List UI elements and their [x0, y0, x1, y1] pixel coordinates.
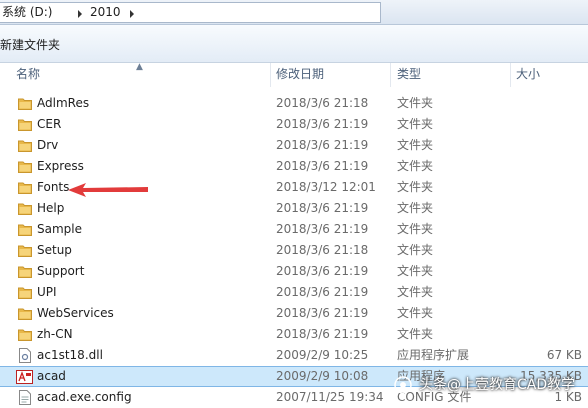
- file-row[interactable]: Support 2018/3/6 21:19 文件夹: [0, 261, 588, 282]
- breadcrumb-folder[interactable]: 2010: [90, 4, 121, 21]
- file-row[interactable]: Sample 2018/3/6 21:19 文件夹: [0, 219, 588, 240]
- file-modified-date: 2018/3/6 21:18: [276, 96, 369, 110]
- watermark-logo-icon: [394, 376, 412, 394]
- file-row[interactable]: Drv 2018/3/6 21:19 文件夹: [0, 135, 588, 156]
- file-modified-date: 2009/2/9 10:08: [276, 369, 369, 383]
- file-row[interactable]: WebServices 2018/3/6 21:19 文件夹: [0, 303, 588, 324]
- file-type: 文件夹: [397, 159, 434, 173]
- column-divider[interactable]: [390, 63, 391, 87]
- annotation-arrow-icon: [68, 183, 148, 197]
- folder-icon: [18, 161, 32, 173]
- watermark: 头条@上壹教育CAD教学: [393, 371, 588, 399]
- file-name: AdlmRes: [37, 96, 90, 110]
- file-name: Sample: [37, 222, 82, 236]
- file-type: 文件夹: [397, 327, 434, 341]
- column-header-row: ▲ 名称 修改日期 类型 大小: [0, 62, 588, 87]
- file-modified-date: 2018/3/6 21:19: [276, 159, 369, 173]
- folder-icon: [18, 308, 32, 320]
- new-folder-button[interactable]: 新建文件夹: [0, 37, 60, 53]
- file-type: 文件夹: [397, 222, 434, 236]
- breadcrumb-separator-icon[interactable]: [78, 10, 82, 18]
- file-name: WebServices: [37, 306, 114, 320]
- file-modified-date: 2018/3/6 21:19: [276, 264, 369, 278]
- file-type: 文件夹: [397, 96, 434, 110]
- folder-icon: [18, 329, 32, 341]
- file-name: Support: [37, 264, 85, 278]
- file-type: 文件夹: [397, 264, 434, 278]
- file-modified-date: 2018/3/6 21:19: [276, 222, 369, 236]
- file-name: Fonts: [37, 180, 70, 194]
- file-type: 文件夹: [397, 138, 434, 152]
- file-modified-date: 2018/3/6 21:19: [276, 306, 369, 320]
- file-type: 文件夹: [397, 201, 434, 215]
- file-row[interactable]: Help 2018/3/6 21:19 文件夹: [0, 198, 588, 219]
- file-row[interactable]: Express 2018/3/6 21:19 文件夹: [0, 156, 588, 177]
- file-row[interactable]: CER 2018/3/6 21:19 文件夹: [0, 114, 588, 135]
- file-type: 文件夹: [397, 285, 434, 299]
- folder-icon: [18, 119, 32, 131]
- folder-icon: [18, 182, 32, 194]
- file-name: Drv: [37, 138, 59, 152]
- file-name: zh-CN: [37, 327, 73, 341]
- file-name: Express: [37, 159, 84, 173]
- column-divider[interactable]: [270, 63, 271, 87]
- folder-icon: [18, 266, 32, 278]
- file-type: 应用程序扩展: [397, 348, 470, 362]
- column-header-name[interactable]: 名称: [16, 63, 40, 87]
- file-type: 文件夹: [397, 117, 434, 131]
- file-modified-date: 2018/3/6 21:18: [276, 243, 369, 257]
- column-header-date[interactable]: 修改日期: [276, 63, 324, 87]
- file-row[interactable]: UPI 2018/3/6 21:19 文件夹: [0, 282, 588, 303]
- file-row[interactable]: ac1st18.dll 2009/2/9 10:25 应用程序扩展 67 KB: [0, 345, 588, 366]
- file-modified-date: 2018/3/6 21:19: [276, 117, 369, 131]
- config-file-icon: [19, 390, 31, 405]
- file-name: UPI: [37, 285, 57, 299]
- file-type: 文件夹: [397, 243, 434, 257]
- folder-icon: [18, 245, 32, 257]
- file-name: Help: [37, 201, 65, 215]
- watermark-text: 头条@上壹教育CAD教学: [419, 377, 576, 393]
- file-size: 67 KB: [546, 348, 582, 362]
- file-modified-date: 2018/3/12 12:01: [276, 180, 376, 194]
- file-row[interactable]: Setup 2018/3/6 21:18 文件夹: [0, 240, 588, 261]
- column-header-size[interactable]: 大小: [516, 63, 540, 87]
- folder-icon: [18, 98, 32, 110]
- file-type: 文件夹: [397, 180, 434, 194]
- breadcrumb-drive[interactable]: 系统 (D:): [2, 4, 52, 21]
- file-name: ac1st18.dll: [37, 348, 103, 362]
- file-modified-date: 2009/2/9 10:25: [276, 348, 369, 362]
- file-type: 文件夹: [397, 306, 434, 320]
- sort-ascending-icon: ▲: [136, 62, 143, 72]
- file-modified-date: 2018/3/6 21:19: [276, 285, 369, 299]
- file-name: Setup: [37, 243, 72, 257]
- command-toolbar: 新建文件夹: [0, 25, 588, 63]
- folder-icon: [18, 224, 32, 236]
- file-modified-date: 2007/11/25 19:34: [276, 390, 384, 404]
- folder-icon: [18, 287, 32, 299]
- file-name: acad.exe.config: [37, 390, 132, 404]
- file-name: acad: [37, 369, 66, 383]
- dll-file-icon: [19, 348, 31, 363]
- file-modified-date: 2018/3/6 21:19: [276, 201, 369, 215]
- folder-icon: [18, 203, 32, 215]
- breadcrumb-separator-icon[interactable]: [130, 10, 134, 18]
- file-name: CER: [37, 117, 62, 131]
- file-row[interactable]: zh-CN 2018/3/6 21:19 文件夹: [0, 324, 588, 345]
- file-modified-date: 2018/3/6 21:19: [276, 327, 369, 341]
- file-row[interactable]: AdlmRes 2018/3/6 21:18 文件夹: [0, 93, 588, 114]
- column-divider[interactable]: [510, 63, 511, 87]
- address-bar: 系统 (D:) 2010: [0, 0, 588, 25]
- address-box[interactable]: 系统 (D:) 2010: [0, 2, 381, 23]
- file-modified-date: 2018/3/6 21:19: [276, 138, 369, 152]
- folder-icon: [18, 140, 32, 152]
- column-header-type[interactable]: 类型: [397, 63, 421, 87]
- autocad-app-icon: [16, 370, 33, 384]
